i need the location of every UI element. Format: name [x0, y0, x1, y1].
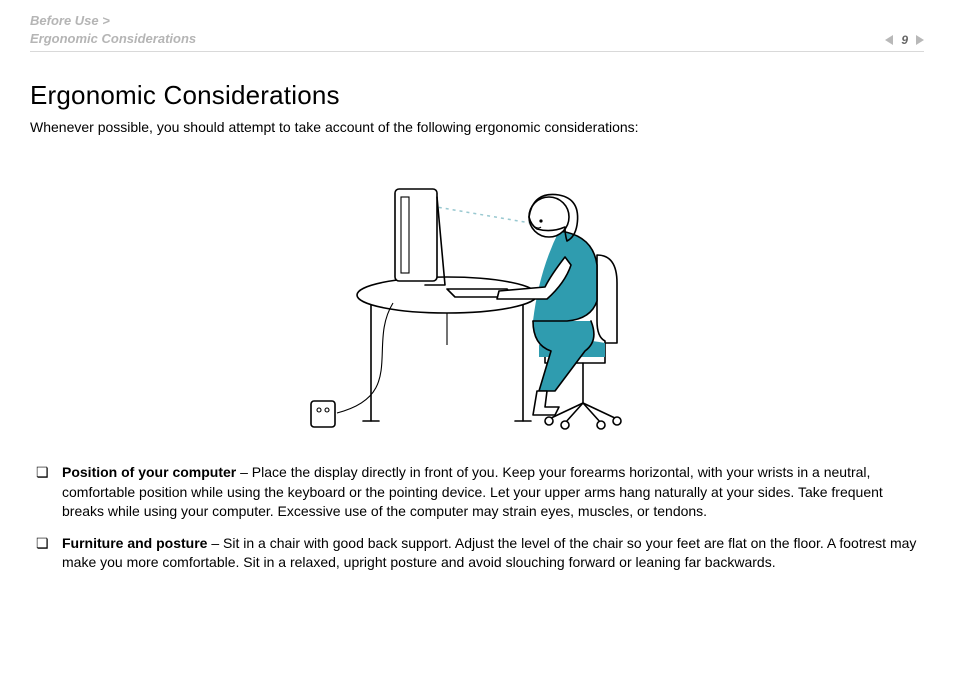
header-row: Before Use Ergonomic Considerations 9 [30, 12, 924, 52]
page-title: Ergonomic Considerations [30, 80, 924, 111]
document-page: Before Use Ergonomic Considerations 9 Er… [0, 0, 954, 674]
ergonomics-illustration [297, 145, 657, 445]
list-item: Position of your computer – Place the di… [36, 463, 924, 522]
bullet-list: Position of your computer – Place the di… [30, 463, 924, 573]
next-page-icon[interactable] [916, 35, 924, 45]
breadcrumb-parent: Before Use [30, 12, 196, 30]
breadcrumb: Before Use Ergonomic Considerations [30, 12, 196, 47]
page-navigator: 9 [885, 33, 924, 47]
intro-text: Whenever possible, you should attempt to… [30, 119, 924, 135]
list-item: Furniture and posture – Sit in a chair w… [36, 534, 924, 573]
bullet-title: Furniture and posture [62, 535, 207, 551]
breadcrumb-current: Ergonomic Considerations [30, 30, 196, 48]
bullet-title: Position of your computer [62, 464, 236, 480]
page-number: 9 [899, 33, 910, 47]
prev-page-icon[interactable] [885, 35, 893, 45]
